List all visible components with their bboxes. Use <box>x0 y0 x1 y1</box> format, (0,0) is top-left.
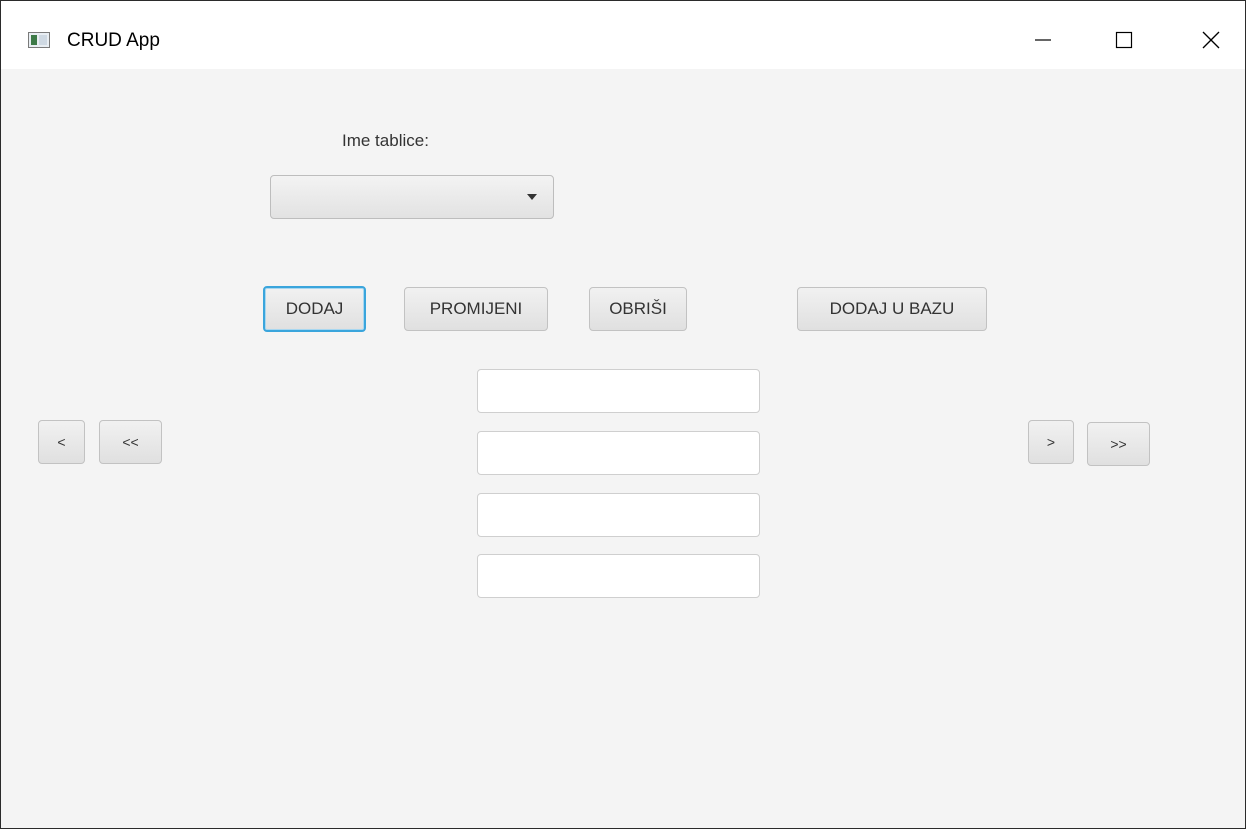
record-field-2[interactable] <box>477 431 760 475</box>
record-field-3[interactable] <box>477 493 760 537</box>
close-icon <box>1202 31 1220 49</box>
maximize-button[interactable] <box>1101 17 1147 63</box>
table-name-label: Ime tablice: <box>342 131 429 150</box>
window-title: CRUD App <box>67 30 160 51</box>
minimize-icon <box>1035 39 1051 41</box>
main-content: Ime tablice: DODAJ PROMIJENI OBRIŠI DODA… <box>1 69 1245 828</box>
record-field-4[interactable] <box>477 554 760 598</box>
add-to-database-button[interactable]: DODAJ U BAZU <box>797 287 987 331</box>
change-button[interactable]: PROMIJENI <box>404 287 548 331</box>
chevron-down-icon <box>527 194 537 200</box>
maximize-icon <box>1115 31 1133 49</box>
record-field-1[interactable] <box>477 369 760 413</box>
title-bar[interactable]: CRUD App <box>1 1 1245 69</box>
last-record-button[interactable]: >> <box>1087 422 1150 466</box>
add-button[interactable]: DODAJ <box>263 286 366 332</box>
close-button[interactable] <box>1188 17 1234 63</box>
table-select-combobox[interactable] <box>270 175 554 219</box>
first-record-button[interactable]: << <box>99 420 162 464</box>
app-window: CRUD App Ime tablice: DODAJ PROMIJENI OB… <box>0 0 1246 829</box>
previous-record-button[interactable]: < <box>38 420 85 464</box>
next-record-button[interactable]: > <box>1028 420 1074 464</box>
app-icon <box>28 32 50 48</box>
minimize-button[interactable] <box>1020 17 1066 63</box>
delete-button[interactable]: OBRIŠI <box>589 287 687 331</box>
